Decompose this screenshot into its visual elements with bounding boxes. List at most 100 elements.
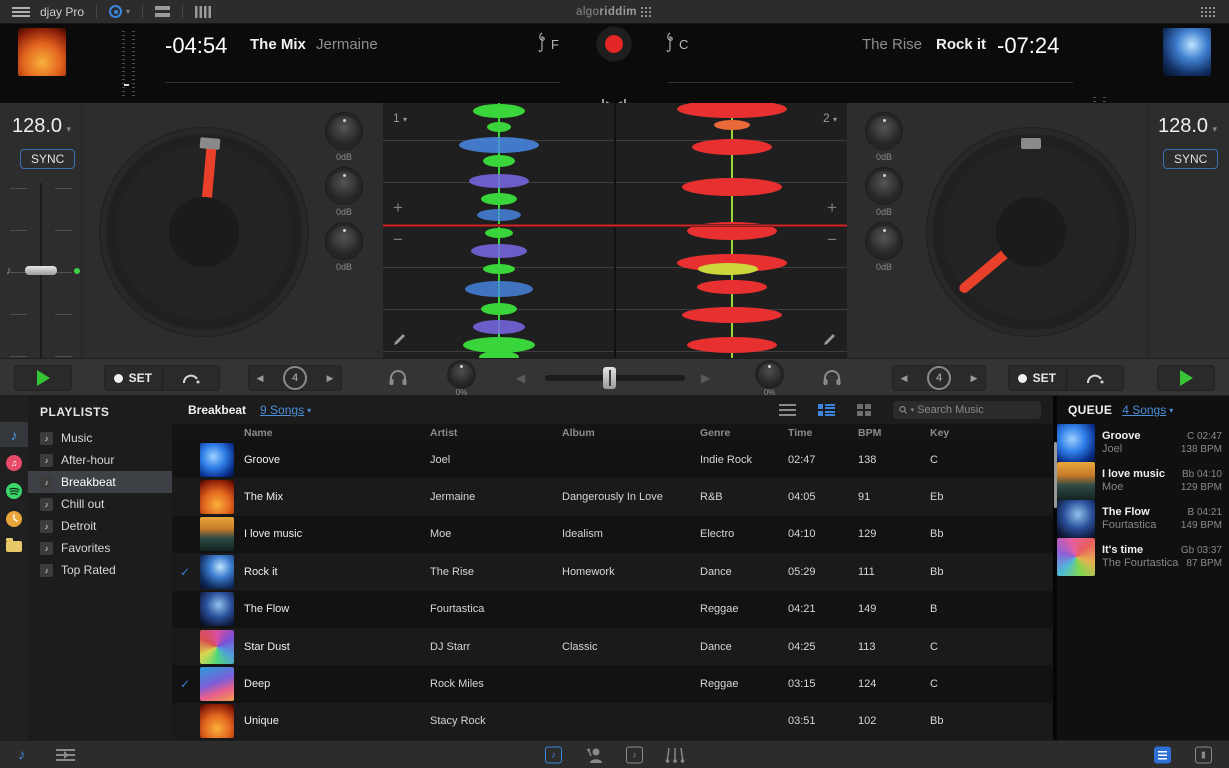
column-key[interactable]: Key: [930, 427, 1053, 439]
deck-b-cue-jump-button[interactable]: [1066, 365, 1124, 391]
deck-a-eq-mid-knob[interactable]: [329, 171, 359, 201]
zoom-in-button[interactable]: +: [393, 201, 403, 215]
deck-a-sync-button[interactable]: SYNC: [20, 149, 75, 169]
deck-a-pitch-fader[interactable]: ♪: [10, 183, 72, 361]
search-box[interactable]: ▾: [893, 401, 1041, 419]
playlist-item-chill-out[interactable]: ♪ Chill out: [28, 493, 172, 515]
playlist-label: Top Rated: [61, 563, 116, 577]
devices-icon[interactable]: ▮: [1195, 746, 1212, 763]
table-row[interactable]: Unique Stacy Rock 03:51 102 Bb: [172, 703, 1053, 740]
waveform-playhead-line: [383, 224, 847, 227]
albums-view-icon[interactable]: ♪: [626, 746, 643, 763]
search-icon: [899, 405, 908, 415]
deck-b-eq-high-knob[interactable]: [869, 116, 899, 146]
queue-count-link[interactable]: 4 Songs: [1122, 403, 1166, 417]
deck-a-eq-high-knob[interactable]: [329, 116, 359, 146]
artist-mic-icon[interactable]: [586, 747, 603, 763]
deck-b-wave-label-dropdown[interactable]: 2 ▾: [823, 111, 837, 125]
automix-settings-icon[interactable]: [56, 748, 75, 762]
search-input[interactable]: [917, 404, 1035, 416]
deck-a-play-button[interactable]: [14, 365, 72, 391]
loop-double-button[interactable]: ▶: [319, 373, 341, 384]
playlist-item-detroit[interactable]: ♪ Detroit: [28, 515, 172, 537]
deck-a-wave-label-dropdown[interactable]: 1 ▾: [393, 111, 407, 125]
deck-b-eq-mid-knob[interactable]: [869, 171, 899, 201]
deck-b-set-cue-button[interactable]: SET: [1008, 365, 1066, 391]
playlist-item-favorites[interactable]: ♪ Favorites: [28, 537, 172, 559]
column-artist[interactable]: Artist: [430, 427, 562, 439]
deck-b-bpm-dropdown[interactable]: 128.0 ▾: [1158, 115, 1217, 138]
deck-b-loop-button[interactable]: 4: [927, 366, 951, 390]
deck-b-sync-button[interactable]: SYNC: [1163, 149, 1218, 169]
view-list-icon-active[interactable]: [818, 404, 835, 416]
vertical-layout-icon[interactable]: [195, 6, 212, 18]
queue-item[interactable]: It's time The Fourtastica Gb 03:37 87 BP…: [1057, 538, 1229, 576]
view-lines-icon[interactable]: [779, 404, 796, 416]
deck-a-jog-wheel[interactable]: [106, 134, 302, 330]
song-key: Bb: [930, 528, 1053, 540]
loop-double-button[interactable]: ▶: [963, 373, 985, 384]
table-row[interactable]: Star Dust DJ Starr Classic Dance 04:25 1…: [172, 628, 1053, 665]
column-bpm[interactable]: BPM: [858, 427, 930, 439]
deck-a-bpm-dropdown[interactable]: 128.0 ▾: [12, 115, 71, 138]
playlist-item-after-hour[interactable]: ♪ After-hour: [28, 449, 172, 471]
deck-a-eq-low-knob[interactable]: [329, 226, 359, 256]
song-album: Homework: [562, 566, 700, 578]
zoom-in-button[interactable]: +: [827, 201, 837, 215]
deck-b-cue-mix-knob[interactable]: [758, 363, 781, 386]
loop-halve-button[interactable]: ◀: [249, 373, 271, 384]
deck-a-loop-button[interactable]: 4: [283, 366, 307, 390]
fader-handle[interactable]: [603, 367, 616, 389]
deck-a-cue-mix-knob[interactable]: [450, 363, 473, 386]
songs-view-icon-active[interactable]: ♪: [545, 746, 562, 763]
songs-count-link[interactable]: 9 Songs: [260, 403, 304, 417]
deck-a-set-cue-button[interactable]: SET: [104, 365, 162, 391]
edit-pencil-icon[interactable]: [823, 332, 837, 346]
fader-handle[interactable]: [25, 266, 57, 275]
playlist-item-top-rated[interactable]: ♪ Top Rated: [28, 559, 172, 581]
horizontal-layout-icon[interactable]: [155, 6, 170, 17]
song-time: 03:51: [788, 715, 858, 727]
table-row[interactable]: The Flow Fourtastica Reggae 04:21 149 B: [172, 591, 1053, 628]
zoom-out-button[interactable]: −: [827, 233, 837, 247]
edit-pencil-icon[interactable]: [393, 332, 407, 346]
song-artist: Jermaine: [430, 491, 562, 503]
source-music-library[interactable]: ♪: [0, 422, 28, 447]
music-library-tab-icon[interactable]: ♪: [18, 746, 26, 763]
deck-b-eq-low-knob[interactable]: [869, 226, 899, 256]
queue-item[interactable]: The Flow Fourtastica B 04:21 149 BPM: [1057, 500, 1229, 538]
table-row[interactable]: Groove Joel Indie Rock 02:47 138 C: [172, 441, 1053, 478]
table-row[interactable]: I love music Moe Idealism Electro 04:10 …: [172, 516, 1053, 553]
source-itunes[interactable]: ♫: [0, 450, 28, 475]
deck-b-play-button[interactable]: [1157, 365, 1215, 391]
deck-a-headphone-icon[interactable]: [388, 370, 408, 386]
instruments-icon[interactable]: [665, 747, 685, 763]
apps-grid-icon[interactable]: [1200, 6, 1215, 17]
source-history[interactable]: [0, 506, 28, 531]
record-button[interactable]: [597, 27, 631, 61]
queue-view-icon-active[interactable]: [1154, 746, 1171, 763]
queue-item[interactable]: I love music Moe Bb 04:10 129 BPM: [1057, 462, 1229, 500]
view-grid-icon[interactable]: [857, 404, 871, 416]
loop-halve-button[interactable]: ◀: [893, 373, 915, 384]
deck-b-jog-wheel[interactable]: [933, 134, 1129, 330]
playlist-item-breakbeat[interactable]: ♪ Breakbeat: [28, 471, 172, 493]
playlist-item-music[interactable]: ♪ Music: [28, 427, 172, 449]
table-row[interactable]: The Mix Jermaine Dangerously In Love R&B…: [172, 478, 1053, 515]
menu-icon[interactable]: [12, 7, 30, 17]
autogain-dropdown[interactable]: ▾: [109, 5, 130, 18]
column-album[interactable]: Album: [562, 427, 700, 439]
column-time[interactable]: Time: [788, 427, 858, 439]
column-genre[interactable]: Genre: [700, 427, 788, 439]
source-files[interactable]: [0, 534, 28, 559]
column-name[interactable]: Name: [244, 427, 430, 439]
table-row[interactable]: ✓ Deep Rock Miles Reggae 03:15 124 C: [172, 665, 1053, 702]
deck-a-cue-jump-button[interactable]: [162, 365, 220, 391]
table-row[interactable]: ✓ Rock it The Rise Homework Dance 05:29 …: [172, 553, 1053, 590]
waveform-view[interactable]: 1 ▾ 2 ▾ + − + −: [383, 103, 847, 358]
queue-item[interactable]: Groove Joel C 02:47 138 BPM: [1057, 424, 1229, 462]
crossfader[interactable]: [545, 367, 685, 389]
source-spotify[interactable]: [0, 478, 28, 503]
zoom-out-button[interactable]: −: [393, 233, 403, 247]
deck-b-headphone-icon[interactable]: [822, 370, 842, 386]
